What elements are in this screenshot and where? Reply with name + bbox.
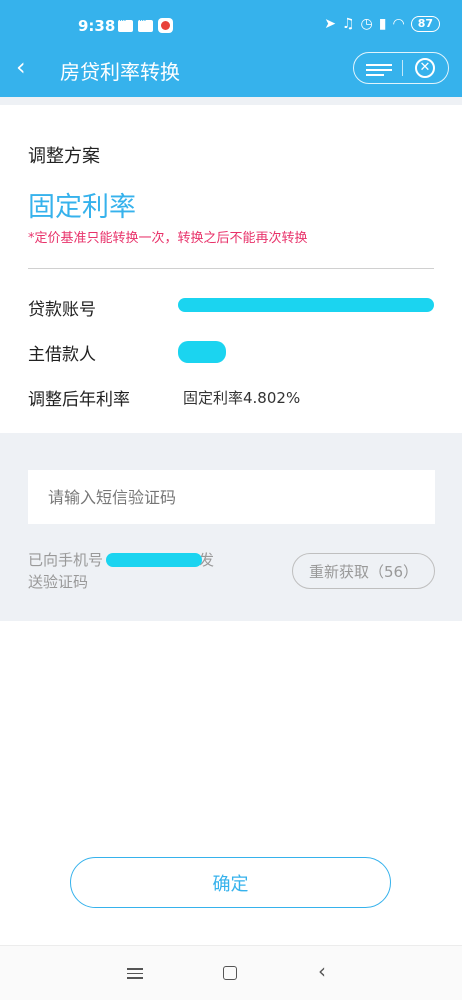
page-title: 房贷利率转换 [60, 60, 180, 84]
menu-icon[interactable] [366, 61, 392, 77]
resend-code-button[interactable]: 重新获取（56） [292, 553, 435, 589]
back-chevron-icon[interactable]: ‹ [16, 55, 38, 80]
mini-program-capsule: ✕ [353, 52, 449, 84]
sms-sent-prefix: 已向手机号 [28, 551, 104, 569]
sms-verification-section: 已向手机号发送验证码 重新获取（56） [0, 433, 462, 621]
adjusted-rate-label: 调整后年利率 [28, 390, 130, 410]
back-icon[interactable]: ‹ [318, 960, 326, 982]
confirm-button[interactable]: 确定 [70, 857, 391, 908]
loan-account-label: 贷款账号 [28, 300, 96, 320]
chat-icon [138, 16, 153, 32]
plan-info-card: 调整方案 固定利率 *定价基准只能转换一次，转换之后不能再次转换 贷款账号 主借… [0, 105, 462, 433]
divider [28, 268, 434, 269]
adjusted-rate-value: 固定利率4.802% [183, 389, 301, 407]
chat-icon [118, 16, 133, 32]
recent-apps-icon[interactable] [127, 965, 143, 979]
plan-label: 调整方案 [28, 146, 100, 167]
close-circle-icon[interactable]: ✕ [415, 58, 435, 78]
section-gap [0, 97, 462, 105]
redacted-phone-number [106, 553, 202, 567]
sms-code-input[interactable] [28, 470, 435, 524]
plan-value: 固定利率 [28, 192, 136, 223]
wifi-icon: ◠ [392, 16, 405, 32]
weibo-icon [158, 18, 173, 33]
alarm-icon: ◷ [360, 16, 373, 32]
redacted-loan-account [178, 298, 434, 312]
plan-warning-note: *定价基准只能转换一次，转换之后不能再次转换 [28, 231, 308, 246]
status-time: 9:38 [78, 17, 116, 35]
redacted-borrower-name [178, 341, 226, 363]
capsule-divider [402, 60, 403, 76]
mute-icon: ♫ [341, 16, 355, 32]
signal-icon: ▮ [378, 16, 387, 32]
home-icon[interactable] [223, 966, 237, 980]
system-icons: ➤ ♫ ◷ ▮ ◠ 87 [324, 16, 440, 32]
location-icon: ➤ [324, 16, 336, 32]
app-header: 9:38 ➤ ♫ ◷ ▮ ◠ 87 ‹ 房贷利率转换 ✕ [0, 0, 462, 97]
system-nav-bar: ‹ [0, 945, 462, 1000]
borrower-label: 主借款人 [28, 345, 96, 365]
status-bar: 9:38 ➤ ♫ ◷ ▮ ◠ 87 [0, 0, 462, 45]
battery-icon: 87 [410, 16, 440, 32]
